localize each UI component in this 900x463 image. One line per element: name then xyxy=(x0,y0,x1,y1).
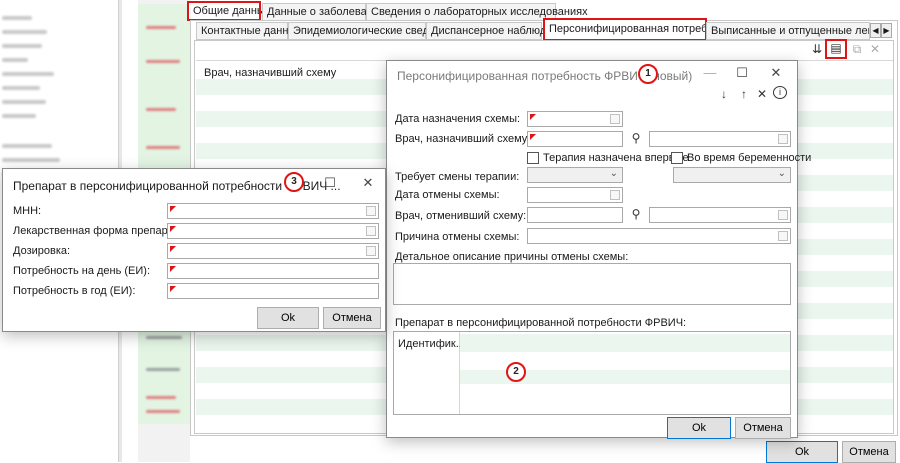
therapy-first-checkbox[interactable] xyxy=(527,152,539,164)
per-year-field[interactable] xyxy=(167,283,379,299)
main-cancel-button[interactable]: Отмена xyxy=(842,441,896,463)
requires-change-select-2[interactable]: ⌄ xyxy=(673,167,791,183)
label-therapy-first: Терапия назначена впервые xyxy=(543,152,689,164)
label-drug-section: Препарат в персонифицированной потребнос… xyxy=(395,317,687,329)
date-assigned-field[interactable] xyxy=(527,111,623,127)
drug-form-field[interactable] xyxy=(167,223,379,239)
chevron-right-icon: ▶ xyxy=(883,26,890,35)
tab-scroll-left[interactable]: ◀ xyxy=(870,23,881,38)
reason-cancel-field[interactable] xyxy=(527,228,791,244)
personalized-need-dialog: Персонифицированная потребность ФРВИЧ (н… xyxy=(386,60,811,439)
dialog3-cancel-button[interactable]: Отмена xyxy=(323,307,381,329)
edit-icon: ▤ xyxy=(830,41,842,55)
preview-icon[interactable]: ⧉ xyxy=(850,42,864,57)
label-per-day: Потребность на день (ЕИ): xyxy=(13,265,151,277)
maximize-icon[interactable]: ☐ xyxy=(733,65,751,81)
label-doctor-assigned: Врач, назначивший схему: xyxy=(395,133,531,145)
requires-change-select[interactable]: ⌄ xyxy=(527,167,623,183)
label-date-cancel: Дата отмены схемы: xyxy=(395,189,500,201)
close-icon[interactable]: ✕ xyxy=(767,65,785,81)
minimize-icon[interactable]: — xyxy=(701,65,719,80)
reason-detail-textarea[interactable] xyxy=(393,263,791,305)
drug-grid-col-id[interactable]: Идентифик... xyxy=(398,338,465,350)
dialog1-cancel-button[interactable]: Отмена xyxy=(735,417,791,439)
dose-field[interactable] xyxy=(167,243,379,259)
search-icon[interactable]: ⚲ xyxy=(629,207,643,221)
info-icon[interactable]: i xyxy=(773,86,787,99)
tab-lab-results[interactable]: Сведения о лабораторных исследованиях xyxy=(366,3,588,21)
label-reason-detail: Детальное описание причины отмены схемы: xyxy=(395,251,629,263)
label-doctor-cancel: Врач, отменивший схему: xyxy=(395,210,527,222)
callout-1: 1 xyxy=(638,64,658,84)
label-dose: Дозировка: xyxy=(13,245,71,257)
chevron-left-icon: ◀ xyxy=(872,26,879,35)
tab-dispensary[interactable]: Диспансерное наблюдение xyxy=(426,22,571,40)
callout-3: 3 xyxy=(284,172,304,192)
label-date-assigned: Дата назначения схемы: xyxy=(395,113,521,125)
main-ok-button[interactable]: Ok xyxy=(766,441,838,463)
tab-personalized-need[interactable]: Персонифицированная потребность xyxy=(543,18,736,41)
doctor-cancel-name-field[interactable] xyxy=(649,207,791,223)
tab-general-data[interactable]: Общие данные xyxy=(187,1,271,21)
search-icon[interactable]: ⚲ xyxy=(629,131,643,145)
drug-grid: Идентифик... xyxy=(393,331,791,415)
label-pregnancy: Во время беременности xyxy=(687,152,812,164)
tab-epidemiology[interactable]: Эпидемиологические сведения xyxy=(288,22,453,40)
tab-scroll-right[interactable]: ▶ xyxy=(881,23,892,38)
grid-header-doctor: Врач, назначивший схему xyxy=(204,67,337,79)
close-icon[interactable]: ✕ xyxy=(359,175,377,191)
label-reason-cancel: Причина отмены схемы: xyxy=(395,231,520,243)
sort-icon[interactable]: ⇊ xyxy=(810,42,824,56)
drug-dialog: Препарат в персонифицированной потребнос… xyxy=(2,168,386,332)
per-day-field[interactable] xyxy=(167,263,379,279)
arrow-up-icon[interactable]: ↑ xyxy=(737,87,751,101)
mnn-field[interactable] xyxy=(167,203,379,219)
maximize-icon[interactable]: ☐ xyxy=(321,175,339,191)
dialog3-ok-button[interactable]: Ok xyxy=(257,307,319,329)
tab-disease-data[interactable]: Данные о заболевании xyxy=(262,3,385,21)
label-per-year: Потребность в год (ЕИ): xyxy=(13,285,136,297)
doctor-assigned-name-field[interactable] xyxy=(649,131,791,147)
label-drug-form: Лекарственная форма препарата: xyxy=(13,225,188,237)
pregnancy-checkbox[interactable] xyxy=(671,152,683,164)
doctor-cancel-field[interactable] xyxy=(527,207,623,223)
tab-prescribed-drugs[interactable]: Выписанные и отпущенные лекарствен xyxy=(706,22,870,40)
date-cancel-field[interactable] xyxy=(527,187,623,203)
close-icon[interactable]: ✕ xyxy=(755,87,769,101)
doctor-assigned-field[interactable] xyxy=(527,131,623,147)
dialog1-ok-button[interactable]: Ok xyxy=(667,417,731,439)
label-requires-change: Требует смены терапии: xyxy=(395,171,520,183)
callout-2: 2 xyxy=(506,362,526,382)
edit-button[interactable]: ▤ xyxy=(825,39,847,59)
arrow-down-icon[interactable]: ↓ xyxy=(717,87,731,101)
label-mnn: МНН: xyxy=(13,205,42,217)
tab-contacts[interactable]: Контактные данные xyxy=(196,22,302,40)
close-icon[interactable]: ✕ xyxy=(868,42,882,56)
